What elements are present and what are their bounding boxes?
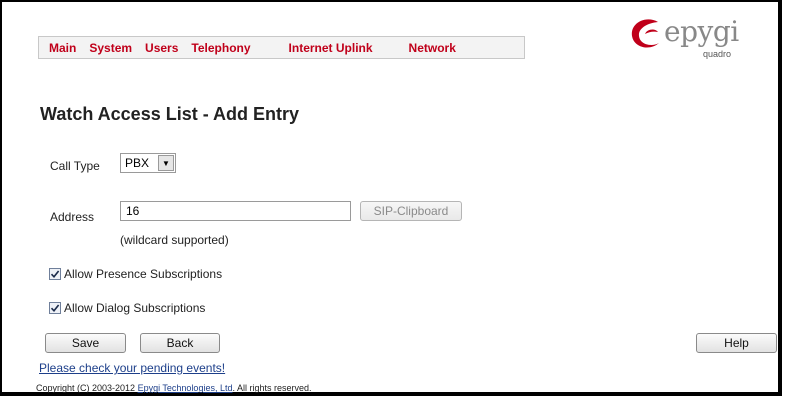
copyright-prefix: Copyright (C) 2003-2012 bbox=[36, 383, 138, 393]
logo-word: epygi bbox=[664, 15, 739, 48]
call-type-label: Call Type bbox=[50, 159, 100, 173]
call-type-value: PBX bbox=[125, 156, 150, 170]
nav-network[interactable]: Network bbox=[409, 41, 456, 55]
top-nav: Main System Users Telephony Internet Upl… bbox=[38, 36, 525, 59]
copyright-suffix: . All rights reserved. bbox=[232, 383, 312, 393]
allow-dialog-checkbox[interactable] bbox=[49, 302, 61, 314]
help-button[interactable]: Help bbox=[696, 333, 777, 353]
copyright: Copyright (C) 2003-2012 Epygi Technologi… bbox=[36, 383, 312, 393]
back-button[interactable]: Back bbox=[140, 333, 220, 353]
nav-users[interactable]: Users bbox=[145, 41, 178, 55]
wildcard-note: (wildcard supported) bbox=[120, 233, 229, 247]
nav-system[interactable]: System bbox=[89, 41, 132, 55]
allow-dialog-label: Allow Dialog Subscriptions bbox=[64, 301, 206, 315]
nav-internet-uplink[interactable]: Internet Uplink bbox=[289, 41, 373, 55]
logo-subtitle: quadro bbox=[703, 49, 732, 59]
page-title: Watch Access List - Add Entry bbox=[40, 104, 300, 124]
allow-presence-label: Allow Presence Subscriptions bbox=[64, 267, 223, 281]
nav-telephony[interactable]: Telephony bbox=[191, 41, 250, 55]
epygi-logo: epygi quadro bbox=[628, 15, 739, 59]
address-label: Address bbox=[50, 210, 95, 224]
address-input[interactable] bbox=[120, 201, 351, 221]
sip-clipboard-button[interactable]: SIP-Clipboard bbox=[360, 201, 462, 221]
allow-presence-row: Allow Presence Subscriptions bbox=[49, 267, 222, 281]
chevron-down-icon[interactable]: ▼ bbox=[158, 155, 174, 171]
logo-swoosh-icon bbox=[631, 19, 659, 48]
nav-main[interactable]: Main bbox=[49, 41, 76, 55]
allow-presence-checkbox[interactable] bbox=[49, 268, 61, 280]
save-button[interactable]: Save bbox=[45, 333, 126, 353]
main-window: Main System Users Telephony Internet Upl… bbox=[0, 0, 782, 396]
pending-events-link[interactable]: Please check your pending events! bbox=[39, 361, 225, 375]
checkmark-icon bbox=[50, 270, 60, 279]
company-link[interactable]: Epygi Technologies, Ltd bbox=[138, 383, 233, 393]
checkmark-icon bbox=[50, 304, 60, 313]
call-type-select[interactable]: PBX ▼ bbox=[120, 153, 176, 173]
allow-dialog-row: Allow Dialog Subscriptions bbox=[49, 301, 205, 315]
